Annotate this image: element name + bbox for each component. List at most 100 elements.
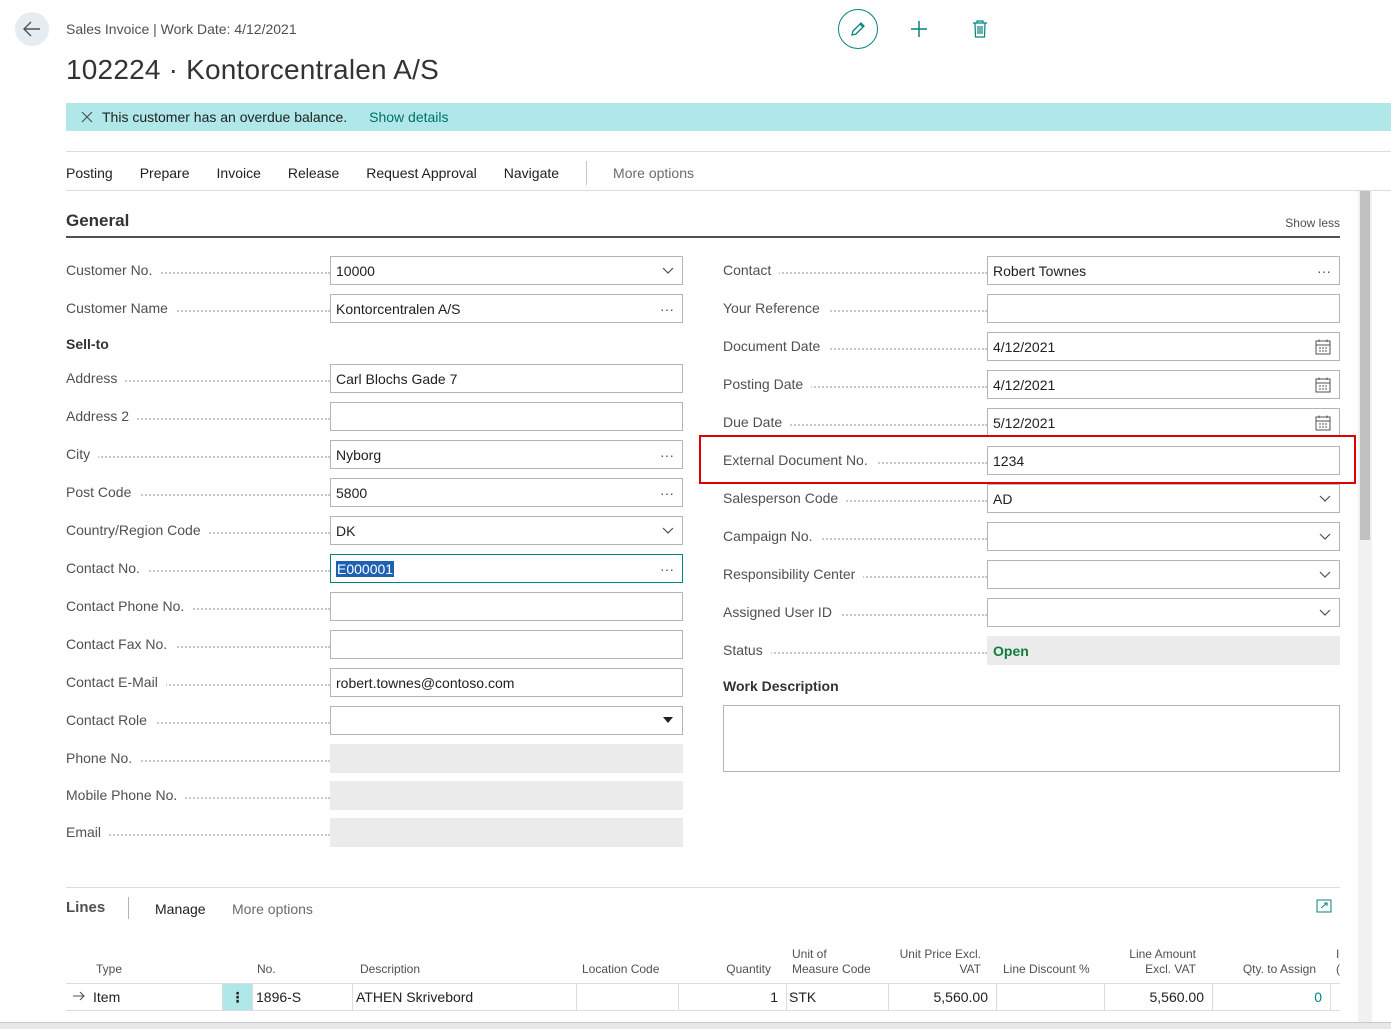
responsibility-center-field[interactable] xyxy=(987,560,1340,589)
contact-phone-field[interactable] xyxy=(330,592,683,621)
col-unit-price[interactable]: Unit Price Excl. VAT xyxy=(896,928,981,983)
expand-icon[interactable] xyxy=(1316,899,1332,916)
overdue-notification: This customer has an overdue balance. Sh… xyxy=(66,103,1391,131)
action-release[interactable]: Release xyxy=(288,165,339,181)
assigned-user-row: Assigned User ID xyxy=(723,598,1340,627)
contact-field[interactable]: Robert Townes ··· xyxy=(987,256,1340,285)
chevron-down-icon[interactable] xyxy=(1319,491,1331,507)
document-date-field[interactable]: 4/12/2021 xyxy=(987,332,1340,361)
your-reference-field[interactable] xyxy=(987,294,1340,323)
contact-phone-label: Contact Phone No. xyxy=(66,598,193,614)
divider xyxy=(128,897,129,919)
phone-row: Phone No. xyxy=(66,744,683,773)
contact-no-label: Contact No. xyxy=(66,560,148,576)
divider xyxy=(66,887,1340,888)
contact-no-row: Contact No. E000001 ··· xyxy=(66,554,683,583)
row-actions-icon[interactable]: ⋮ xyxy=(223,984,253,1010)
table-row[interactable]: Item xyxy=(91,984,223,1010)
action-navigate[interactable]: Navigate xyxy=(504,165,559,181)
col-line-discount[interactable]: Line Discount % xyxy=(1003,928,1103,983)
calendar-icon[interactable] xyxy=(1315,339,1331,358)
line-discount[interactable] xyxy=(997,984,1105,1010)
line-unit-price[interactable]: 5,560.00 xyxy=(889,984,997,1010)
line-location[interactable] xyxy=(577,984,679,1010)
edit-button[interactable] xyxy=(838,9,878,49)
col-description[interactable]: Description xyxy=(360,928,460,983)
address-label: Address xyxy=(66,370,126,386)
contact-phone-row: Contact Phone No. xyxy=(66,592,683,621)
chevron-down-icon[interactable] xyxy=(1319,605,1331,621)
horizontal-scrollbar[interactable] xyxy=(0,1022,1391,1029)
general-section-title[interactable]: General xyxy=(66,211,129,231)
lines-more-options-button[interactable]: More options xyxy=(232,901,313,917)
col-quantity[interactable]: Quantity xyxy=(716,928,771,983)
col-next[interactable]: I ( xyxy=(1336,928,1340,983)
lines-title[interactable]: Lines xyxy=(66,899,105,916)
more-options-button[interactable]: More options xyxy=(613,165,694,181)
col-location[interactable]: Location Code xyxy=(582,928,682,983)
line-description[interactable]: ATHEN Skrivebord xyxy=(353,984,577,1010)
contact-fax-field[interactable] xyxy=(330,630,683,659)
ellipsis-icon[interactable]: ··· xyxy=(660,485,674,501)
action-prepare[interactable]: Prepare xyxy=(140,165,190,181)
line-amount[interactable]: 5,560.00 xyxy=(1105,984,1213,1010)
contact-label: Contact xyxy=(723,262,780,278)
line-quantity[interactable]: 1 xyxy=(679,984,787,1010)
campaign-field[interactable] xyxy=(987,522,1340,551)
customer-no-field[interactable]: 10000 xyxy=(330,256,683,285)
work-description-textarea[interactable] xyxy=(723,705,1340,772)
ellipsis-icon[interactable]: ··· xyxy=(660,447,674,463)
contact-row: Contact Robert Townes ··· xyxy=(723,256,1340,285)
action-invoice[interactable]: Invoice xyxy=(217,165,261,181)
email-label: Email xyxy=(66,824,110,840)
address2-field[interactable] xyxy=(330,402,683,431)
calendar-icon[interactable] xyxy=(1315,377,1331,396)
col-uom[interactable]: Unit of Measure Code xyxy=(792,928,892,983)
new-button[interactable] xyxy=(899,9,939,49)
chevron-down-icon[interactable] xyxy=(662,713,674,729)
show-less-link[interactable]: Show less xyxy=(1285,216,1340,230)
status-label: Status xyxy=(723,642,771,658)
line-no[interactable]: 1896-S xyxy=(253,984,353,1010)
action-bar: Posting Prepare Invoice Release Request … xyxy=(66,161,694,185)
status-row: Status Open xyxy=(723,636,1340,665)
ellipsis-icon[interactable]: ··· xyxy=(660,561,674,577)
vertical-scrollbar[interactable] xyxy=(1358,191,1372,1029)
contact-role-select[interactable] xyxy=(330,706,683,735)
chevron-down-icon[interactable] xyxy=(1319,567,1331,583)
chevron-down-icon[interactable] xyxy=(662,263,674,279)
chevron-down-icon[interactable] xyxy=(1319,529,1331,545)
country-field[interactable]: DK xyxy=(330,516,683,545)
due-date-field[interactable]: 5/12/2021 xyxy=(987,408,1340,437)
chevron-down-icon[interactable] xyxy=(662,523,674,539)
line-uom[interactable]: STK xyxy=(787,984,889,1010)
line-qty-to-assign[interactable]: 0 xyxy=(1213,984,1331,1010)
action-request-approval[interactable]: Request Approval xyxy=(366,165,477,181)
contact-email-field[interactable]: robert.townes@contoso.com xyxy=(330,668,683,697)
col-no[interactable]: No. xyxy=(257,928,307,983)
lines-manage-button[interactable]: Manage xyxy=(155,901,206,917)
close-icon[interactable] xyxy=(81,111,93,123)
col-qty-to-assign[interactable]: Qty. to Assign xyxy=(1216,928,1316,983)
address-field[interactable]: Carl Blochs Gade 7 xyxy=(330,364,683,393)
campaign-label: Campaign No. xyxy=(723,528,821,544)
col-type[interactable]: Type xyxy=(96,928,156,983)
customer-no-label: Customer No. xyxy=(66,262,161,278)
action-posting[interactable]: Posting xyxy=(66,165,113,181)
scrollbar-thumb[interactable] xyxy=(1360,191,1370,540)
ellipsis-icon[interactable]: ··· xyxy=(660,301,674,317)
ellipsis-icon[interactable]: ··· xyxy=(1317,263,1331,279)
delete-button[interactable] xyxy=(960,9,1000,49)
col-line-amount[interactable]: Line Amount Excl. VAT xyxy=(1111,928,1196,983)
city-field[interactable]: Nyborg ··· xyxy=(330,440,683,469)
salesperson-field[interactable]: AD xyxy=(987,484,1340,513)
customer-name-field[interactable]: Kontorcentralen A/S ··· xyxy=(330,294,683,323)
post-code-field[interactable]: 5800 ··· xyxy=(330,478,683,507)
show-details-link[interactable]: Show details xyxy=(369,109,448,125)
assigned-user-field[interactable] xyxy=(987,598,1340,627)
breadcrumb: Sales Invoice | Work Date: 4/12/2021 xyxy=(66,21,297,37)
contact-no-field[interactable]: E000001 ··· xyxy=(330,554,683,583)
posting-date-field[interactable]: 4/12/2021 xyxy=(987,370,1340,399)
back-button[interactable] xyxy=(15,12,49,46)
calendar-icon[interactable] xyxy=(1315,415,1331,434)
